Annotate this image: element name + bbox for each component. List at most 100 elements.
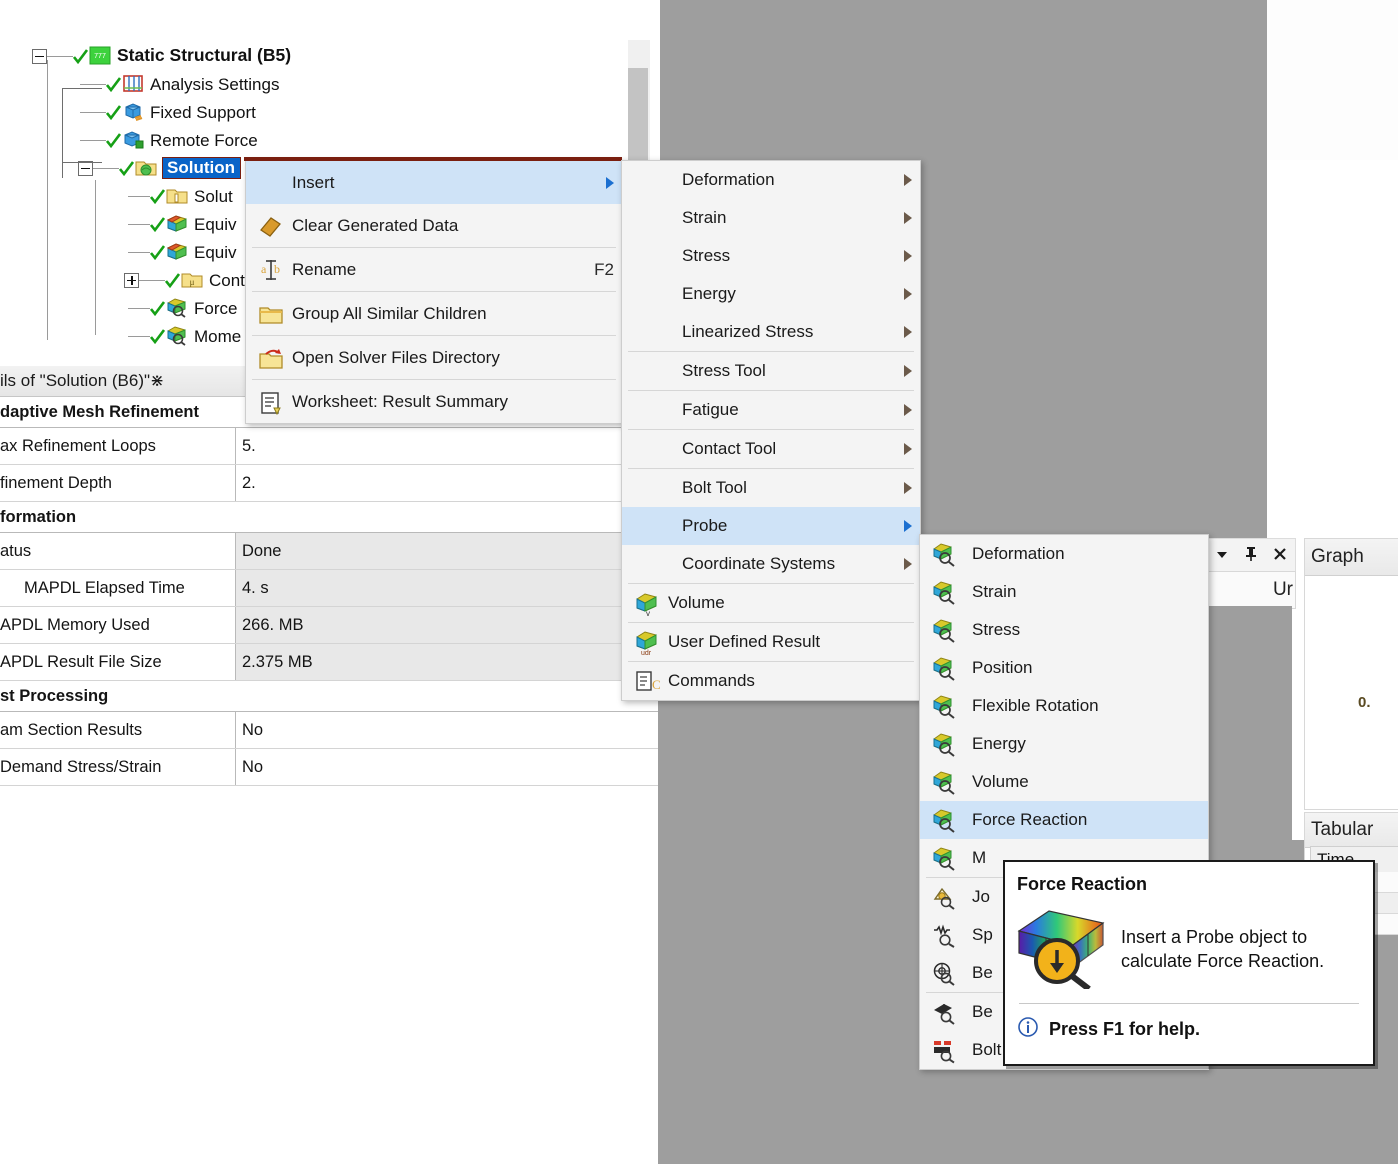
- tooltip-separator: [1019, 1003, 1359, 1004]
- tooltip-description: Insert a Probe object to calculate Force…: [1121, 925, 1324, 974]
- submenu-item-contact-tool[interactable]: Contact Tool: [622, 430, 920, 468]
- tree-vline-solution: [95, 180, 96, 335]
- expander-plus-icon[interactable]: [124, 272, 139, 288]
- check-icon: [150, 328, 165, 344]
- info-icon: [1017, 1016, 1039, 1043]
- scrollbar-thumb[interactable]: [628, 68, 648, 170]
- details-group-heading: formation: [0, 502, 658, 533]
- details-row-value[interactable]: 5.: [236, 428, 658, 464]
- tree-scrollbar[interactable]: [628, 40, 650, 170]
- details-panel-background: [0, 800, 658, 1164]
- submenu-item-strain[interactable]: Strain: [622, 199, 920, 237]
- menu-item-insert[interactable]: Insert: [246, 161, 622, 204]
- svg-text:v: v: [646, 609, 650, 617]
- insert-submenu[interactable]: Deformation Strain Stress Energy Lineari…: [621, 160, 921, 701]
- tooltip-popup: Force Reaction Insert a Probe object to …: [1003, 860, 1375, 1066]
- tree-item-label: Equiv: [194, 214, 237, 234]
- check-icon: [150, 216, 165, 232]
- tree-item-equivalent-2[interactable]: Equiv: [128, 239, 237, 265]
- tree-connector: [139, 279, 165, 281]
- tree-item-solution[interactable]: Solution: [78, 155, 240, 181]
- tooltip-title: Force Reaction: [1017, 874, 1148, 894]
- volume-result-icon: v: [622, 588, 668, 618]
- probe-icon: [920, 577, 966, 607]
- submenu-item-commands[interactable]: C Commands: [622, 662, 920, 700]
- probe-item-stress[interactable]: Stress: [920, 611, 1208, 649]
- panel-tab-strip[interactable]: Ur: [1206, 571, 1296, 609]
- probe-icon: [920, 539, 966, 569]
- chevron-right-icon: [904, 212, 912, 224]
- details-row[interactable]: am Section Results No: [0, 712, 658, 749]
- panel-tab-label[interactable]: Ur: [1273, 579, 1293, 601]
- details-row[interactable]: finement Depth 2.: [0, 465, 658, 502]
- menu-item-clear-generated-data[interactable]: Clear Generated Data: [246, 204, 622, 247]
- probe-item-deformation[interactable]: Deformation: [920, 535, 1208, 573]
- probe-item-energy[interactable]: Energy: [920, 725, 1208, 763]
- details-row[interactable]: ax Refinement Loops 5.: [0, 428, 658, 465]
- tooltip-body: Insert a Probe object to calculate Force…: [1005, 899, 1373, 999]
- probe-item-position[interactable]: Position: [920, 649, 1208, 687]
- solution-folder-icon: [135, 158, 157, 178]
- tree-item-static-structural[interactable]: 777 Static Structural (B5): [32, 43, 291, 69]
- probe-result-icon: [166, 298, 188, 318]
- submenu-item-linearized-stress[interactable]: Linearized Stress: [622, 313, 920, 351]
- force-reaction-probe-icon: [1015, 905, 1107, 994]
- pin-icon[interactable]: [1244, 546, 1258, 567]
- submenu-item-probe[interactable]: Probe: [622, 507, 920, 545]
- tree-item-solution-information[interactable]: Solut: [128, 183, 233, 209]
- chevron-down-icon[interactable]: [1215, 547, 1229, 566]
- context-menu[interactable]: Insert Clear Generated Data a b Rename F…: [244, 157, 623, 424]
- submenu-item-fatigue[interactable]: Fatigue: [622, 391, 920, 429]
- graph-axis-line: [62, 88, 63, 178]
- eraser-icon: [246, 211, 292, 241]
- svg-text:b: b: [274, 262, 280, 276]
- menu-item-label: Stress: [682, 246, 731, 265]
- submenu-item-coordinate-systems[interactable]: Coordinate Systems: [622, 545, 920, 583]
- graph-panel: Graph: [1304, 538, 1398, 810]
- tree-item-force-reaction[interactable]: Force: [128, 295, 237, 321]
- details-title-text: ils of "Solution (B6)": [0, 371, 151, 390]
- menu-item-worksheet-result-summary[interactable]: Worksheet: Result Summary: [246, 380, 622, 423]
- submenu-item-bolt-tool[interactable]: Bolt Tool: [622, 469, 920, 507]
- menu-item-group-all-similar-children[interactable]: Group All Similar Children: [246, 292, 622, 335]
- submenu-item-user-defined-result[interactable]: udr User Defined Result: [622, 623, 920, 661]
- expander-minus-icon[interactable]: [32, 48, 47, 64]
- remote-force-icon: [122, 130, 144, 150]
- menu-item-rename[interactable]: a b Rename F2: [246, 248, 622, 291]
- menu-item-open-solver-files-directory[interactable]: Open Solver Files Directory: [246, 336, 622, 379]
- submenu-item-volume[interactable]: v Volume: [622, 584, 920, 622]
- details-row-value[interactable]: No: [236, 712, 658, 748]
- probe-item-force-reaction[interactable]: Force Reaction: [920, 801, 1208, 839]
- tree-item-equivalent-1[interactable]: Equiv: [128, 211, 237, 237]
- bearing-probe-icon: [920, 958, 966, 988]
- details-row[interactable]: Demand Stress/Strain No: [0, 749, 658, 786]
- close-icon[interactable]: [1273, 547, 1287, 566]
- submenu-item-stress-tool[interactable]: Stress Tool: [622, 352, 920, 390]
- tree-connector: [128, 335, 150, 337]
- tooltip-footer-text: Press F1 for help.: [1049, 1019, 1201, 1039]
- tree-item-remote-force[interactable]: Remote Force: [80, 127, 258, 153]
- tree-item-moment-reaction[interactable]: Mome: [128, 323, 241, 349]
- probe-item-flexible-rotation[interactable]: Flexible Rotation: [920, 687, 1208, 725]
- solution-information-icon: [166, 186, 188, 206]
- chevron-right-icon: [904, 288, 912, 300]
- chevron-right-icon: [904, 326, 912, 338]
- spring-probe-icon: [920, 920, 966, 950]
- submenu-item-deformation[interactable]: Deformation: [622, 161, 920, 199]
- menu-item-label: Position: [972, 658, 1033, 677]
- submenu-item-energy[interactable]: Energy: [622, 275, 920, 313]
- panel-title-buttons[interactable]: [1206, 538, 1296, 573]
- graph-panel-title: Graph: [1311, 546, 1364, 567]
- details-row-value[interactable]: No: [236, 749, 658, 785]
- tree-item-fixed-support[interactable]: Fixed Support: [80, 99, 256, 125]
- tree-item-analysis-settings[interactable]: Analysis Settings: [80, 71, 279, 97]
- probe-icon: [920, 767, 966, 797]
- submenu-item-stress[interactable]: Stress: [622, 237, 920, 275]
- details-row-value[interactable]: 2.: [236, 465, 658, 501]
- menu-item-label: Linearized Stress: [682, 322, 814, 341]
- probe-item-volume[interactable]: Volume: [920, 763, 1208, 801]
- menu-item-label: Strain: [682, 208, 727, 227]
- tree-item-contact-tool[interactable]: μ Cont: [124, 267, 245, 293]
- probe-item-strain[interactable]: Strain: [920, 573, 1208, 611]
- check-icon: [106, 104, 121, 120]
